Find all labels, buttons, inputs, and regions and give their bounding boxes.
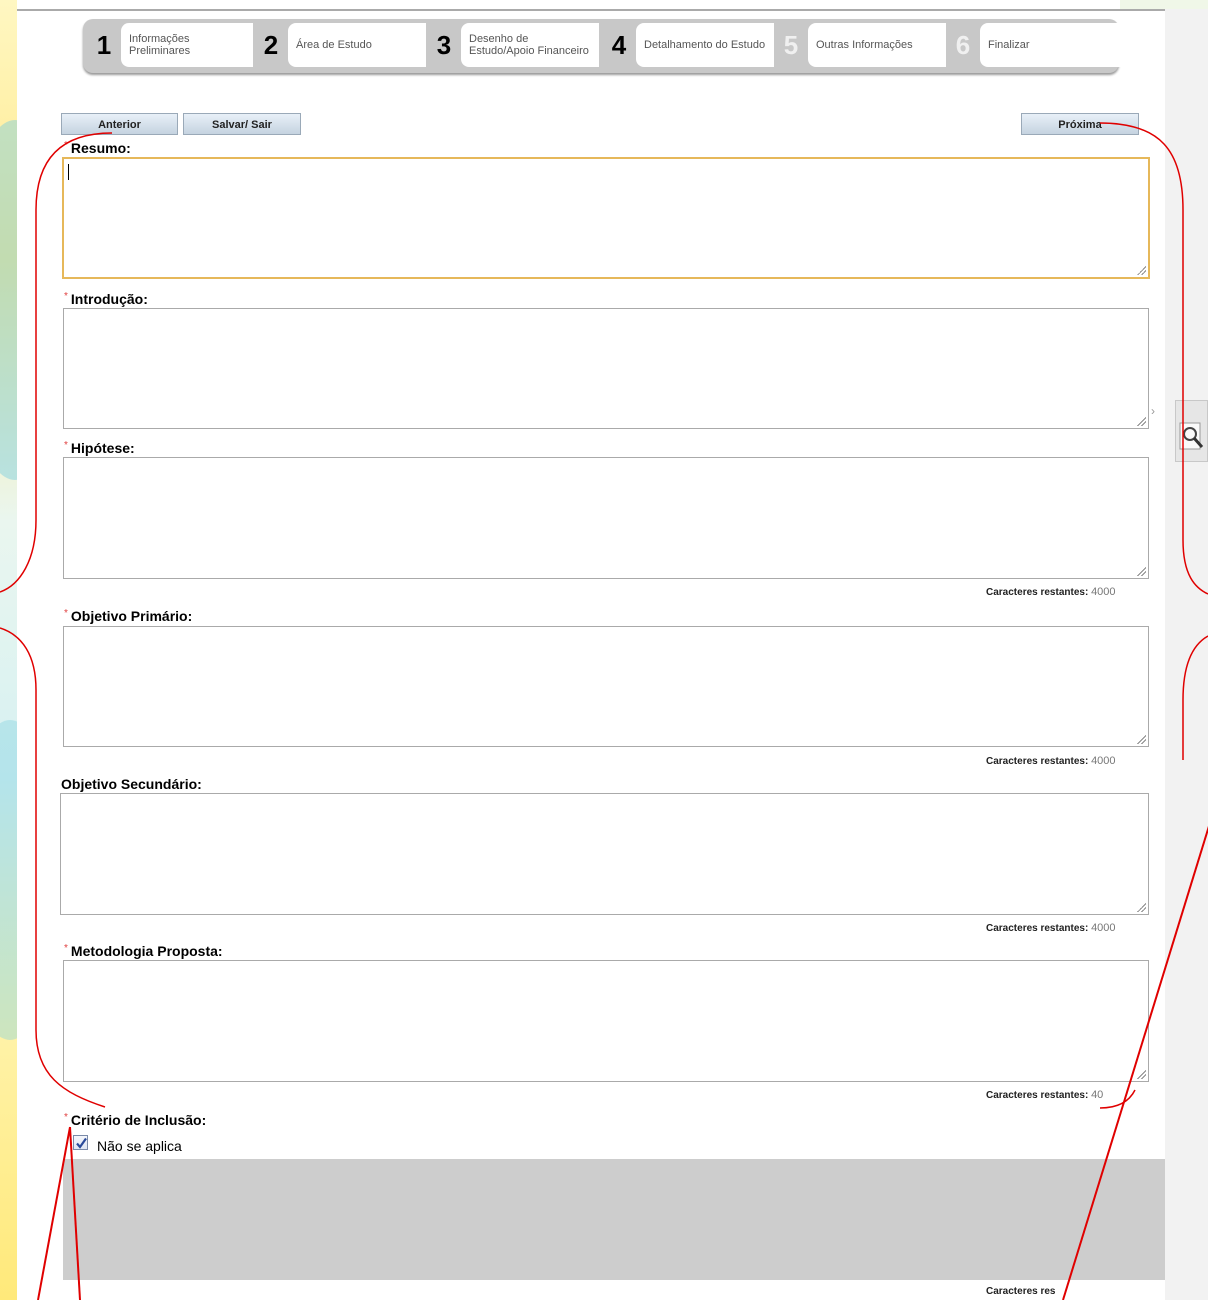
annotation-bracket-left-bottom [0,627,106,1108]
annotation-bracket-right-top [1099,122,1208,595]
annotation-overlay [0,122,1208,1300]
annotation-line-left-1 [37,1126,71,1300]
annotation-hook-right [1099,1089,1136,1109]
annotation-line-right [1062,825,1208,1300]
annotation-line-left-2 [69,1126,81,1300]
annotation-bracket-right-bottom [1182,635,1208,760]
annotation-bracket-left-top [0,132,113,593]
